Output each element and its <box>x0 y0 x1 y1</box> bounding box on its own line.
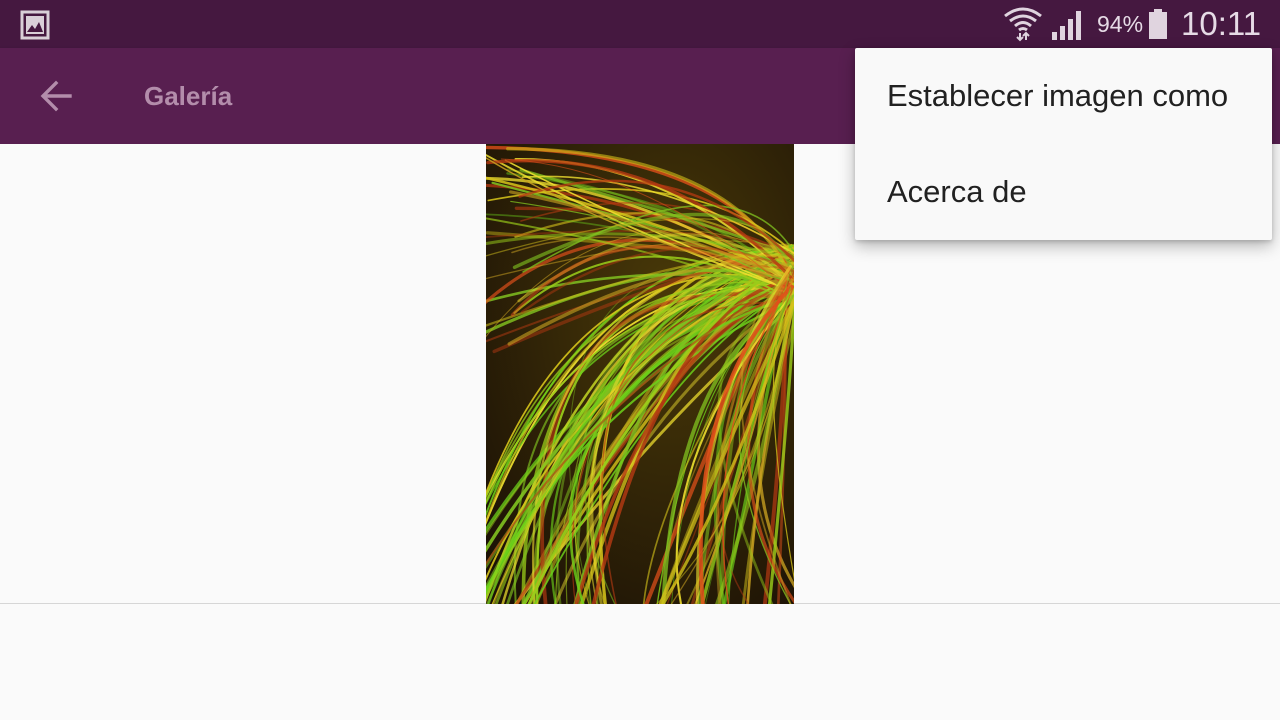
swirl-art <box>486 144 794 604</box>
gallery-notification-icon <box>20 10 50 40</box>
wifi-icon <box>1004 7 1042 42</box>
menu-item-about[interactable]: Acerca de <box>855 144 1272 240</box>
battery-percent: 94% <box>1097 11 1144 37</box>
overflow-menu: Establecer imagen como Acerca de <box>855 48 1272 240</box>
status-bar: 94% 10:11 <box>0 0 1280 48</box>
signal-icon <box>1052 11 1081 40</box>
clock: 10:11 <box>1181 5 1262 42</box>
bottom-area <box>0 604 1280 720</box>
back-arrow-icon <box>40 80 72 112</box>
swirl-wallpaper-image[interactable] <box>486 144 794 604</box>
back-button[interactable] <box>26 68 86 124</box>
menu-item-set-image-as[interactable]: Establecer imagen como <box>855 48 1272 144</box>
battery-icon <box>1149 9 1167 39</box>
app-title: Galería <box>144 81 233 111</box>
